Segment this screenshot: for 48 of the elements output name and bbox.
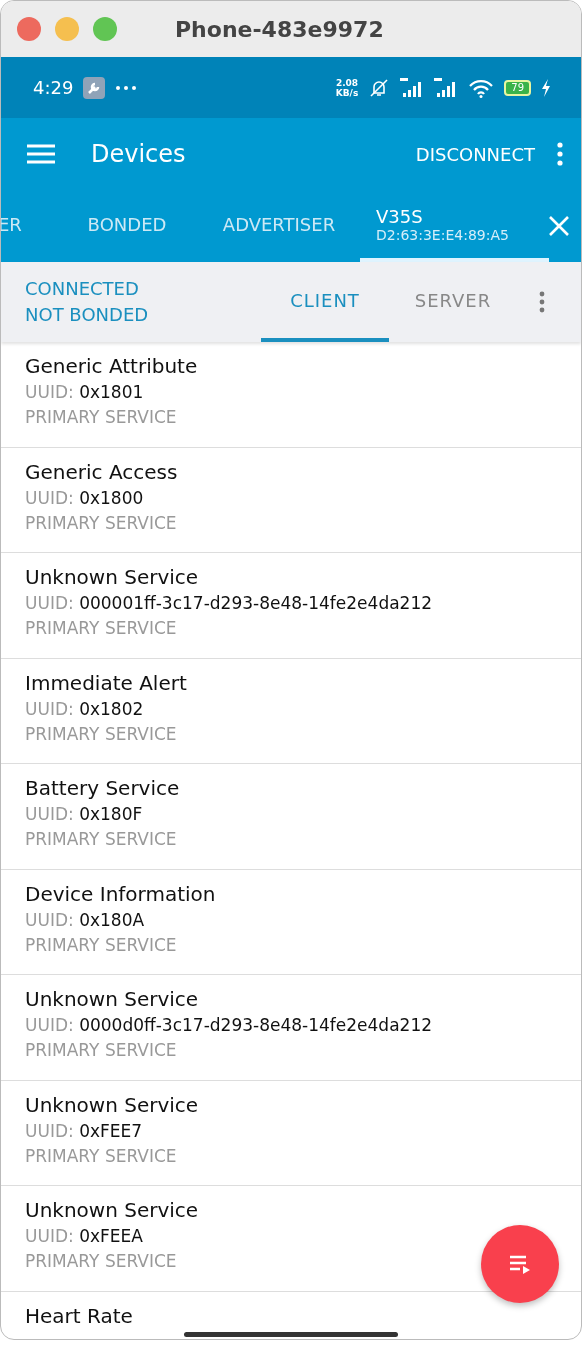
service-type: PRIMARY SERVICE: [25, 722, 177, 746]
service-uuid: UUID: 000001ff-3c17-d293-8e48-14fe2e4da212: [25, 592, 433, 615]
service-type: PRIMARY SERVICE: [25, 511, 177, 535]
service-type: PRIMARY SERVICE: [25, 933, 177, 957]
connection-state: CONNECTED: [25, 277, 140, 301]
window-title: Phone-483e9972: [175, 16, 384, 42]
charging-icon: [541, 78, 551, 97]
service-type: PRIMARY SERVICE: [25, 828, 177, 851]
service-type: PRIMARY SERVICE: [25, 617, 177, 640]
service-name[interactable]: Battery Service: [25, 774, 180, 802]
wrench-icon: [83, 76, 106, 99]
bell-muted-icon: [368, 77, 391, 98]
service-name[interactable]: Immediate Alert: [25, 668, 187, 697]
more-options-icon[interactable]: [557, 142, 563, 166]
service-uuid: UUID: 0xFEE7: [25, 1119, 143, 1143]
service-uuid: UUID: 0000d0ff-3c17-d293-8e48-14fe2e4da212: [25, 1014, 432, 1037]
service-uuid: UUID: 0x180F: [25, 803, 143, 826]
more-notifications-icon: [115, 84, 138, 91]
service-type: PRIMARY SERVICE: [25, 406, 177, 429]
service-type: PRIMARY SERVICE: [25, 1144, 177, 1168]
service-uuid: UUID: 0x180A: [25, 908, 145, 932]
service-type: PRIMARY SERVICE: [25, 1039, 177, 1062]
close-window-button[interactable]: [17, 17, 41, 41]
playlist-icon: [508, 1253, 532, 1275]
log-button[interactable]: [481, 1225, 559, 1303]
network-speed: 2.08 KB/s: [335, 77, 359, 98]
wifi-icon: [468, 77, 495, 98]
service-name[interactable]: Unknown Service: [25, 563, 199, 591]
service-uuid: UUID: 0x1800: [25, 486, 144, 510]
service-name[interactable]: Generic Access: [25, 457, 178, 486]
service-name[interactable]: Heart Rate: [25, 1301, 133, 1330]
more-options-icon[interactable]: [539, 291, 545, 313]
service-name[interactable]: Unknown Service: [25, 985, 199, 1013]
service-uuid: UUID: 0x1801: [25, 381, 144, 404]
service-uuid: UUID: 0xFEEA: [25, 1225, 143, 1248]
service-type: PRIMARY SERVICE: [25, 1250, 177, 1273]
battery-level: 79: [504, 79, 531, 96]
service-name[interactable]: Unknown Service: [25, 1090, 199, 1119]
status-time: 4:29: [33, 77, 74, 98]
close-icon[interactable]: [549, 216, 569, 236]
bond-state: NOT BONDED: [25, 303, 150, 327]
service-name[interactable]: Generic Attribute: [25, 352, 198, 380]
service-name[interactable]: Device Information: [25, 879, 216, 908]
zoom-window-button[interactable]: [93, 17, 117, 41]
service-name[interactable]: Unknown Service: [25, 1196, 199, 1224]
menu-icon[interactable]: [27, 144, 55, 164]
app-title: Devices: [91, 140, 186, 168]
service-uuid: UUID: 0x1802: [25, 697, 144, 721]
